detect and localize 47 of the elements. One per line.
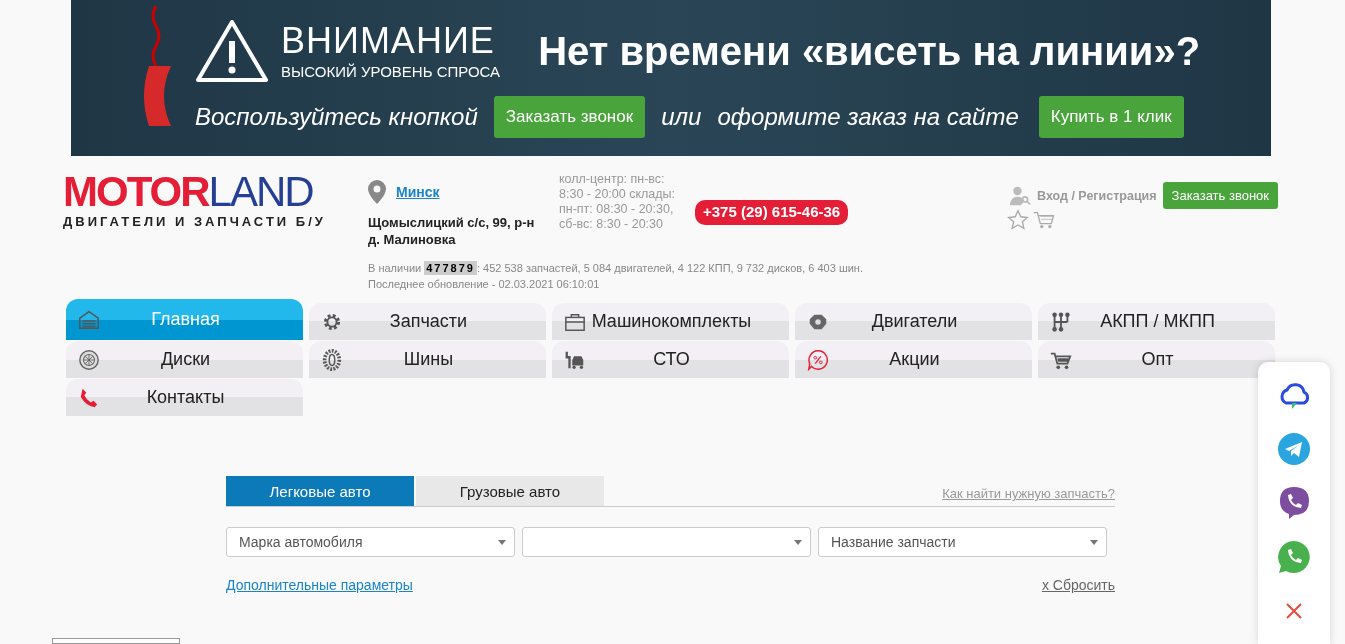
telegram-icon[interactable] <box>1276 431 1312 467</box>
select-field[interactable]: Название запчасти <box>818 527 1107 557</box>
whatsapp-icon[interactable] <box>1276 539 1312 575</box>
wheel-rim-icon <box>78 348 100 371</box>
nav-tab[interactable]: Запчасти <box>309 303 546 340</box>
nav-tab[interactable]: Опт <box>1038 341 1275 378</box>
tire-icon <box>321 348 343 371</box>
logo-tagline: ДВИГАТЕЛИ И ЗАПЧАСТИ Б/У <box>63 214 327 229</box>
star-icon <box>1007 209 1030 231</box>
location-pin-icon <box>368 180 386 204</box>
stock-info: В наличии 477879 : 452 538 запчастей, 5 084 двигателей, 4 122 КПП, 9 732 дисков, 6 403 шин. <box>368 260 863 276</box>
warning-icon <box>195 19 269 83</box>
caret-icon <box>498 539 506 545</box>
banner-title: ВНИМАНИЕ <box>281 22 496 59</box>
more-options-link[interactable]: Дополнительные параметры <box>226 577 413 593</box>
gear-shift-icon <box>1050 310 1072 333</box>
address-text: Щомыслицкий с/с, 99, р-н д. Малиновка <box>368 214 536 248</box>
nav-tab[interactable]: СТО <box>552 341 789 378</box>
select-field[interactable] <box>522 527 811 557</box>
banner-text: оформите заказ на сайте <box>717 103 1019 131</box>
caret-icon <box>1090 539 1098 545</box>
nav-tab[interactable]: Диски <box>66 341 303 378</box>
shopping-cart-icon <box>1033 209 1056 231</box>
last-update: Последнее обновление - 02.03.2021 06:10:01 <box>368 277 601 292</box>
nav-tab[interactable]: АКПП / МКПП <box>1038 303 1275 340</box>
vehicle-tab[interactable]: Грузовые авто <box>416 476 604 506</box>
nav-tab[interactable]: Контакты <box>66 379 303 416</box>
logo[interactable]: MOTORLAND <box>63 172 363 212</box>
phone-number[interactable]: +375 (29) 615-46-36 <box>695 199 849 225</box>
input-field[interactable] <box>52 638 180 644</box>
nav-tab[interactable]: Двигатели <box>795 303 1032 340</box>
banner-headline: Нет времени «висеть на линии»? <box>538 28 1201 74</box>
vehicle-tab[interactable]: Легковые авто <box>226 476 414 506</box>
reset-link[interactable]: х Сбросить <box>1041 577 1115 593</box>
banner-subtitle: ВЫСОКИЙ УРОВЕНЬ СПРОСА <box>281 62 501 80</box>
percent-bubble-icon <box>807 348 829 371</box>
caret-icon <box>794 539 802 545</box>
nav-tab[interactable]: Шины <box>309 341 546 378</box>
banner-text: Воспользуйтесь кнопкой <box>195 103 478 131</box>
banner-text: или <box>661 103 702 131</box>
city-link[interactable]: Минск <box>396 184 440 200</box>
working-hours: колл-центр: пн-вс: 8:30 - 20:00 склады: пн-пт: 08:30 - 20:30, сб-вс: 8:30 - 20:30 <box>559 172 677 233</box>
garage-icon <box>78 308 100 331</box>
phone-icon <box>78 386 100 409</box>
nav-tab[interactable]: Акции <box>795 341 1032 378</box>
nav-tab[interactable]: Машинокомплекты <box>552 303 789 340</box>
select-field[interactable]: Марка автомобиля <box>226 527 515 557</box>
